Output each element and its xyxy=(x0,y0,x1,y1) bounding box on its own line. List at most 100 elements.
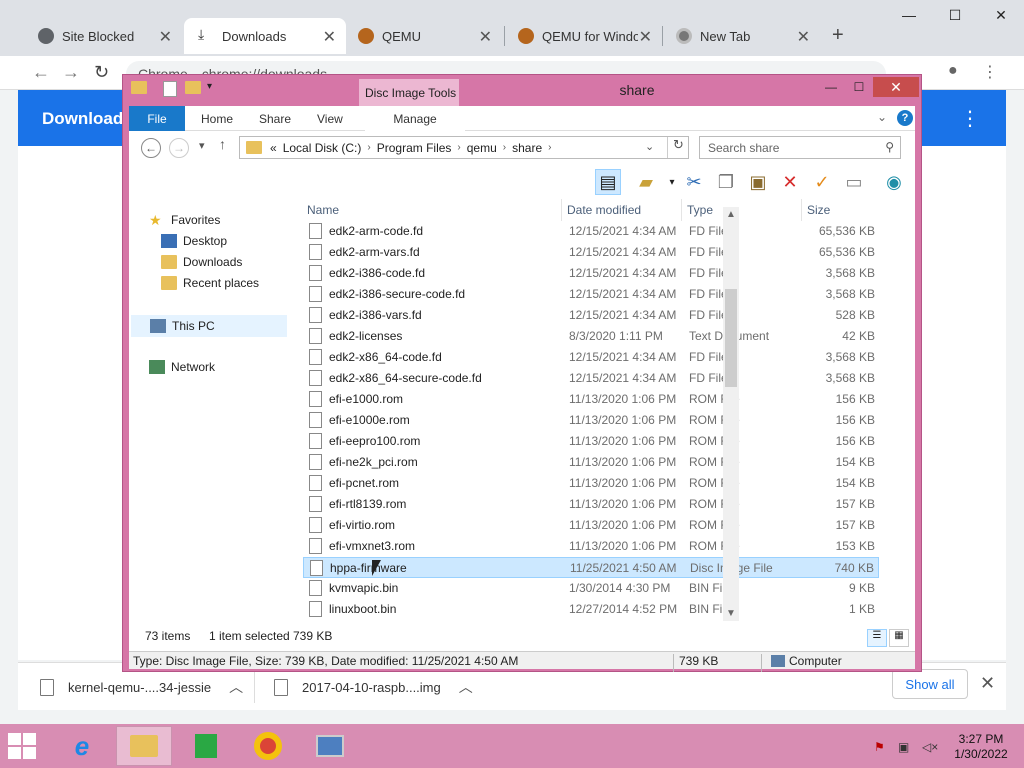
nav-this-pc[interactable]: This PC xyxy=(131,315,287,337)
file-row[interactable]: efi-pcnet.rom 11/13/2020 1:06 PM ROM File 1… xyxy=(303,473,879,494)
file-row[interactable]: edk2-x86_64-secure-code.fd 12/15/2021 4:3… xyxy=(303,368,879,389)
column-divider[interactable] xyxy=(681,199,682,221)
address-bar[interactable]: « Local Disk (C:) › Program Files › qemu… xyxy=(239,136,689,159)
chevron-right-icon[interactable]: › xyxy=(503,142,506,153)
maximize-button[interactable]: ☐ xyxy=(932,0,978,30)
delete-icon[interactable]: ✕ xyxy=(777,169,803,195)
nav-favorites[interactable]: ★ Favorites xyxy=(149,213,220,227)
back-arrow-icon[interactable]: ← xyxy=(141,138,161,158)
back-arrow-icon[interactable]: ← xyxy=(32,62,50,83)
file-row[interactable]: edk2-arm-code.fd 12/15/2021 4:34 AM FD Fil… xyxy=(303,221,879,242)
close-window-button[interactable]: ✕ xyxy=(978,0,1024,30)
internet-explorer-icon[interactable]: e xyxy=(54,726,110,766)
store-icon[interactable] xyxy=(178,726,234,766)
copy-icon[interactable]: ❐ xyxy=(713,169,739,195)
up-arrow-icon[interactable]: ↑ xyxy=(219,136,226,152)
forward-arrow-icon[interactable]: → xyxy=(62,62,80,83)
scrollbar-thumb[interactable] xyxy=(725,289,737,387)
nav-network[interactable]: Network xyxy=(149,360,215,374)
close-window-button[interactable]: ✕ xyxy=(873,77,919,97)
chevron-right-icon[interactable]: › xyxy=(367,142,370,153)
tab-view[interactable]: View xyxy=(317,106,343,131)
file-row[interactable]: efi-rtl8139.rom 11/13/2020 1:06 PM ROM Fil… xyxy=(303,494,879,515)
preview-pane-icon[interactable]: ▤ xyxy=(595,169,621,195)
chevron-up-icon[interactable]: ︿ xyxy=(459,677,473,697)
tab-share[interactable]: Share xyxy=(259,106,291,131)
chevron-up-icon[interactable]: ︿ xyxy=(229,677,243,697)
network-tray-icon[interactable]: ▣ xyxy=(898,740,909,754)
close-icon[interactable]: ✕ xyxy=(323,27,336,47)
tab-qemu[interactable]: QEMU ✕ xyxy=(344,18,502,54)
file-row[interactable]: efi-vmxnet3.rom 11/13/2020 1:06 PM ROM Fil… xyxy=(303,536,879,557)
nav-desktop[interactable]: Desktop xyxy=(161,234,227,248)
column-header-type[interactable]: Type xyxy=(687,203,713,217)
file-row[interactable]: hppa-firmware11/25/2021 4:50 AMDisc Imag… xyxy=(303,557,879,578)
file-row[interactable]: edk2-arm-vars.fd 12/15/2021 4:34 AM FD Fil… xyxy=(303,242,879,263)
close-icon[interactable]: ✕ xyxy=(159,27,172,47)
file-row[interactable]: edk2-i386-secure-code.fd 12/15/2021 4:34 … xyxy=(303,284,879,305)
details-view-icon[interactable]: ☰ xyxy=(867,629,887,647)
checkmark-icon[interactable]: ✓ xyxy=(809,169,835,195)
tab-site-blocked[interactable]: Site Blocked ✕ xyxy=(24,18,182,54)
windows-start-icon[interactable] xyxy=(8,733,38,761)
file-row[interactable]: kvmvapic.bin 1/30/2014 4:30 PM BIN File 9 K… xyxy=(303,578,879,599)
close-icon[interactable]: ✕ xyxy=(479,27,492,47)
file-row[interactable]: edk2-i386-code.fd 12/15/2021 4:34 AM FD Fi… xyxy=(303,263,879,284)
breadcrumb-local-disk[interactable]: Local Disk (C:) xyxy=(283,141,362,155)
tab-new-tab[interactable]: New Tab ✕ xyxy=(662,18,820,54)
address-dropdown-icon[interactable]: ⌄ xyxy=(645,140,654,153)
file-row[interactable]: efi-virtio.rom 11/13/2020 1:06 PM ROM File… xyxy=(303,515,879,536)
close-icon[interactable]: ✕ xyxy=(797,27,810,47)
paste-icon[interactable]: ▣ xyxy=(745,169,771,195)
show-all-button[interactable]: Show all xyxy=(892,669,968,699)
forward-arrow-icon[interactable]: → xyxy=(169,138,189,158)
rename-icon[interactable]: ▭ xyxy=(841,169,867,195)
tab-home[interactable]: Home xyxy=(201,106,233,131)
chevron-down-icon[interactable]: ⌄ xyxy=(877,110,887,124)
tab-qemu-windows[interactable]: QEMU for Windo ✕ xyxy=(504,18,662,54)
system-clock[interactable]: 3:27 PM 1/30/2022 xyxy=(946,732,1016,762)
search-input[interactable]: Search share ⚲ xyxy=(699,136,901,159)
breadcrumb-program-files[interactable]: Program Files xyxy=(377,141,452,155)
file-explorer-icon[interactable] xyxy=(116,726,172,766)
file-row[interactable]: linuxboot.bin 12/27/2014 4:52 PM BIN File 1… xyxy=(303,599,879,620)
file-row[interactable]: efi-e1000.rom 11/13/2020 1:06 PM ROM File 1… xyxy=(303,389,879,410)
maximize-button[interactable]: ☐ xyxy=(845,77,873,97)
scroll-up-icon[interactable]: ▲ xyxy=(723,209,739,220)
file-row[interactable]: efi-ne2k_pci.rom 11/13/2020 1:06 PM ROM Fi… xyxy=(303,452,879,473)
breadcrumb-overflow[interactable]: « xyxy=(270,141,277,155)
minimize-button[interactable]: — xyxy=(886,0,932,30)
column-header-size[interactable]: Size xyxy=(807,203,830,217)
organize-icon[interactable]: ▰ xyxy=(633,169,659,195)
file-row[interactable]: edk2-licenses 8/3/2020 1:11 PM Text Docume… xyxy=(303,326,879,347)
more-options-icon[interactable]: ⋮ xyxy=(960,106,980,131)
column-header-date[interactable]: Date modified xyxy=(567,203,641,217)
minimize-button[interactable]: — xyxy=(817,77,845,97)
new-tab-button[interactable]: + xyxy=(832,24,844,47)
nav-recent-places[interactable]: Recent places xyxy=(161,276,259,290)
close-icon[interactable]: ✕ xyxy=(639,27,652,47)
file-row[interactable]: efi-e1000e.rom 11/13/2020 1:06 PM ROM File… xyxy=(303,410,879,431)
remote-desktop-icon[interactable] xyxy=(302,726,358,766)
column-divider[interactable] xyxy=(561,199,562,221)
tab-manage[interactable]: Manage xyxy=(365,106,465,131)
column-divider[interactable] xyxy=(801,199,802,221)
file-row[interactable]: edk2-x86_64-code.fd 12/15/2021 4:34 AM FD … xyxy=(303,347,879,368)
profile-icon[interactable]: ● xyxy=(948,62,958,80)
volume-muted-icon[interactable]: ◁× xyxy=(922,740,938,754)
file-row[interactable]: efi-eepro100.rom 11/13/2020 1:06 PM ROM Fi… xyxy=(303,431,879,452)
breadcrumb-qemu[interactable]: qemu xyxy=(467,141,497,155)
breadcrumb-share[interactable]: share xyxy=(512,141,542,155)
tab-file[interactable]: File xyxy=(129,106,185,131)
file-row[interactable]: edk2-i386-vars.fd 12/15/2021 4:34 AM FD Fi… xyxy=(303,305,879,326)
vertical-scrollbar[interactable]: ▲ ▼ xyxy=(723,207,739,621)
column-header-name[interactable]: Name xyxy=(307,203,339,217)
help-icon[interactable]: ? xyxy=(897,110,913,126)
scroll-down-icon[interactable]: ▼ xyxy=(723,608,739,619)
refresh-icon[interactable]: ↻ xyxy=(667,137,689,158)
chevron-right-icon[interactable]: › xyxy=(548,142,551,153)
action-center-flag-icon[interactable]: ⚑ xyxy=(874,740,885,754)
menu-kebab-icon[interactable]: ⋮ xyxy=(982,62,998,82)
network-globe-icon[interactable]: ◉ xyxy=(881,169,907,195)
cut-icon[interactable]: ✂ xyxy=(681,169,707,195)
